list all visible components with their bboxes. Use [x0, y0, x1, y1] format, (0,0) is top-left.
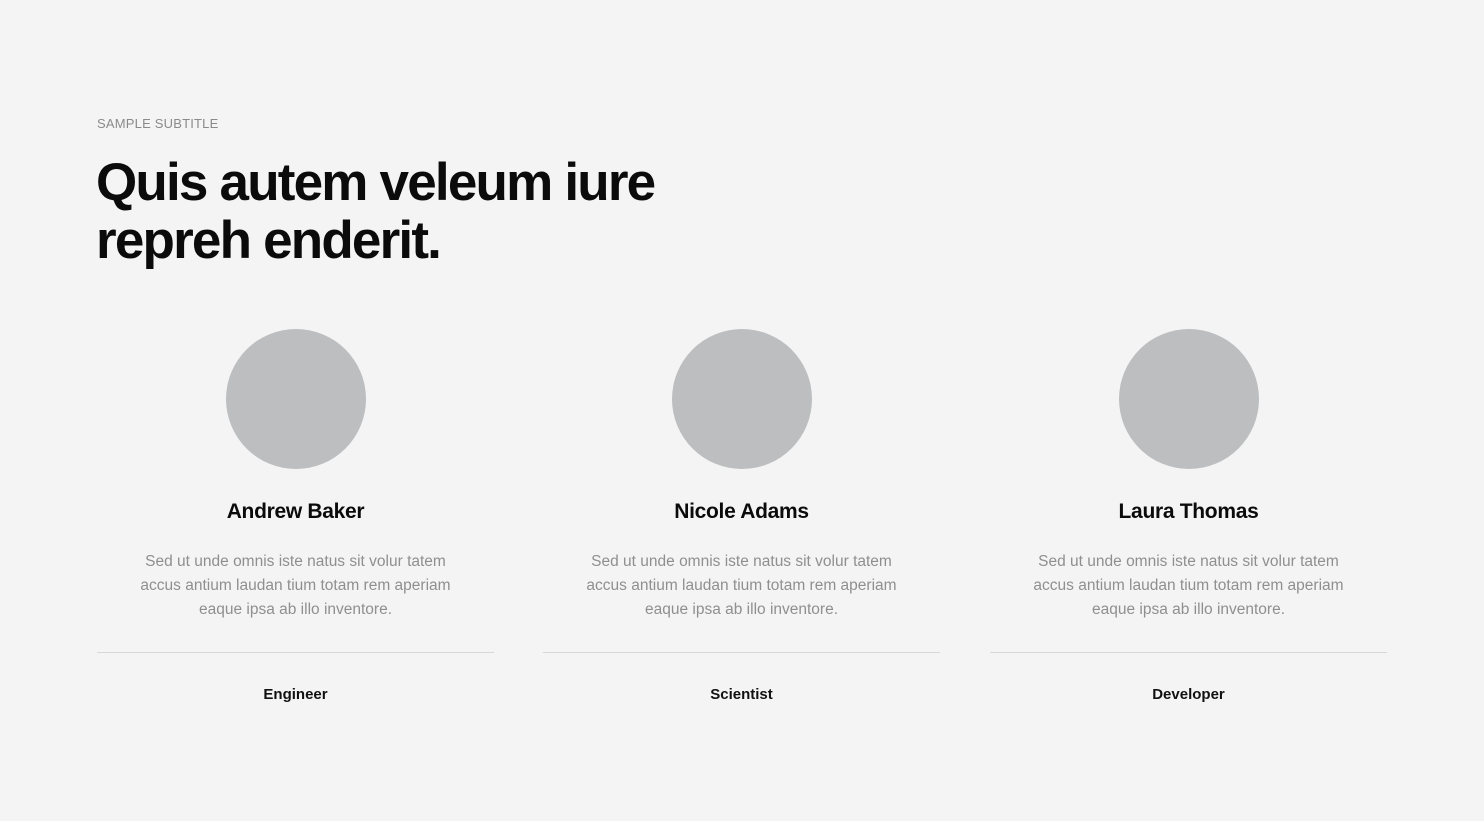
member-role: Developer — [1152, 686, 1225, 703]
avatar — [1118, 329, 1259, 469]
avatar — [671, 329, 812, 469]
section-subtitle: SAMPLE SUBTITLE — [97, 116, 219, 131]
member-bio: Sed ut unde omnis iste natus sit volur t… — [586, 553, 897, 618]
team-member-card: Nicole Adams Sed ut unde omnis iste natu… — [543, 329, 940, 709]
team-member-card: Andrew Baker Sed ut unde omnis iste natu… — [97, 329, 494, 709]
avatar — [225, 329, 366, 469]
member-name: Andrew Baker — [226, 500, 365, 523]
section-heading: Quis autem veleum iure repreh enderit. — [96, 153, 656, 270]
divider — [97, 652, 494, 653]
member-name: Laura Thomas — [1118, 500, 1259, 523]
member-bio: Sed ut unde omnis iste natus sit volur t… — [140, 553, 451, 618]
divider — [990, 652, 1387, 653]
divider — [543, 652, 940, 653]
team-section: SAMPLE SUBTITLE Quis autem veleum iure r… — [0, 0, 1484, 821]
member-role: Engineer — [263, 686, 328, 703]
member-bio: Sed ut unde omnis iste natus sit volur t… — [1033, 553, 1344, 618]
team-member-card: Laura Thomas Sed ut unde omnis iste natu… — [990, 329, 1387, 709]
member-role: Scientist — [710, 686, 773, 703]
member-name: Nicole Adams — [674, 500, 809, 523]
